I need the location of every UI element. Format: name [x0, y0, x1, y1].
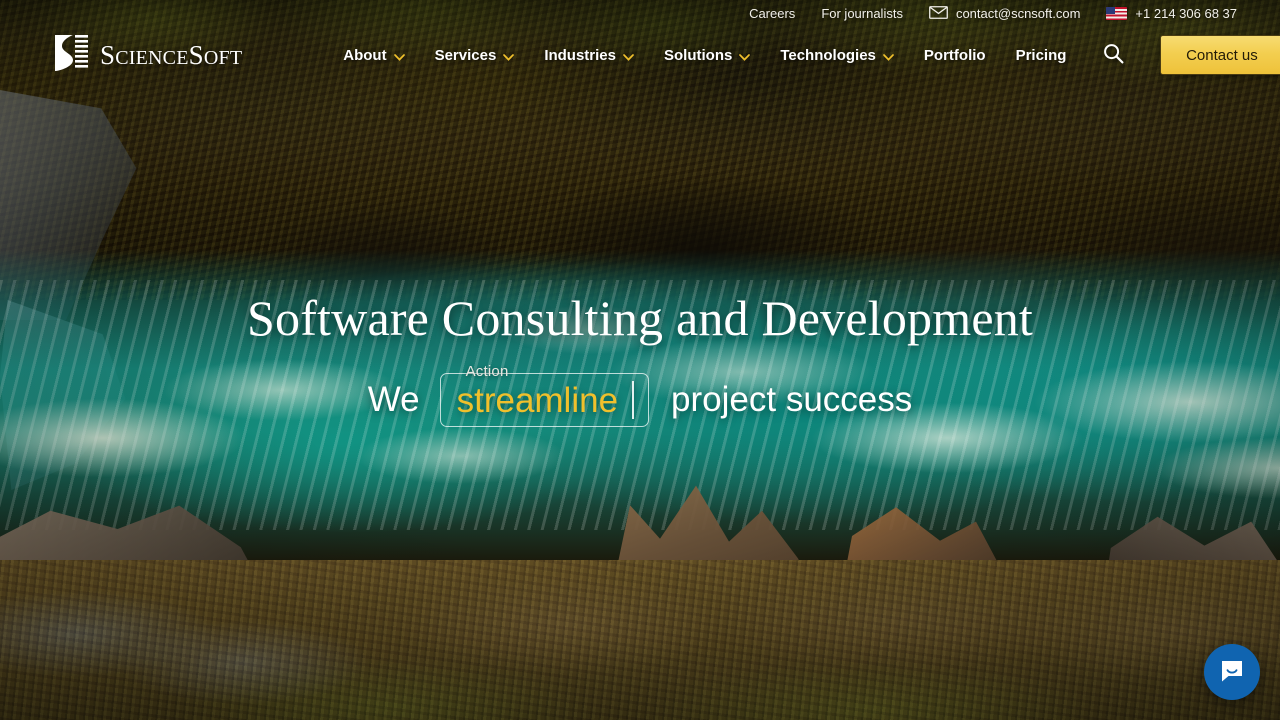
nav-label-pricing: Pricing — [1015, 46, 1067, 64]
nav-item-solutions[interactable]: Solutions — [649, 40, 765, 71]
careers-label: Careers — [749, 6, 796, 21]
nav-item-portfolio[interactable]: Portfolio — [909, 41, 1001, 70]
hero-section: Careers For journalists contact@scnsoft.… — [0, 0, 1280, 720]
logo-word-oft: OFT — [203, 46, 243, 69]
top-utility-bar: Careers For journalists contact@scnsoft.… — [0, 0, 1280, 27]
for-journalists-label: For journalists — [821, 6, 903, 21]
contact-us-button[interactable]: Contact us — [1160, 35, 1280, 75]
nav-label-industries: Industries — [544, 46, 616, 64]
chevron-down-icon — [623, 48, 634, 65]
action-field-value: streamline — [456, 380, 619, 420]
main-navigation-bar: SCIENCESOFT About Services Industries So… — [0, 27, 1280, 83]
phone-number: +1 214 306 68 37 — [1135, 6, 1237, 21]
email-link[interactable]: contact@scnsoft.com — [929, 5, 1081, 22]
nav-item-technologies[interactable]: Technologies — [765, 40, 909, 71]
action-input-field[interactable]: Action streamline — [439, 363, 650, 427]
nav-item-industries[interactable]: Industries — [529, 40, 649, 71]
nav-item-pricing[interactable]: Pricing — [1001, 41, 1082, 70]
search-button[interactable] — [1097, 37, 1130, 73]
action-field-legend: Action — [465, 363, 509, 380]
careers-link[interactable]: Careers — [749, 6, 795, 21]
nav-item-services[interactable]: Services — [420, 40, 530, 71]
nav-label-about: About — [343, 46, 387, 64]
sciencesoft-logo-mark — [53, 33, 89, 78]
chevron-down-icon — [393, 48, 405, 65]
chevron-down-icon — [739, 48, 751, 65]
logo-word-s1: S — [100, 39, 116, 70]
nav-label-services: Services — [434, 46, 497, 64]
chat-bubble-icon — [1218, 657, 1246, 688]
search-icon — [1103, 43, 1124, 67]
logo-home-link[interactable]: SCIENCESOFT — [53, 33, 242, 78]
for-journalists-link[interactable]: For journalists — [821, 6, 903, 21]
contact-us-label: Contact us — [1186, 46, 1258, 64]
text-cursor — [632, 381, 635, 419]
background-vignette — [0, 0, 1280, 720]
primary-menu: About Services Industries Solutions Tech… — [328, 35, 1280, 75]
nav-label-technologies: Technologies — [780, 46, 876, 64]
email-address: contact@scnsoft.com — [955, 6, 1081, 21]
chat-launcher-button[interactable] — [1204, 644, 1260, 700]
phone-link[interactable]: +1 214 306 68 37 — [1106, 6, 1237, 21]
logo-wordmark: SCIENCESOFT — [100, 40, 242, 71]
nav-label-portfolio: Portfolio — [923, 46, 986, 64]
logo-word-s2: S — [188, 39, 204, 70]
chevron-down-icon — [883, 48, 894, 65]
nav-label-solutions: Solutions — [664, 46, 733, 64]
nav-item-about[interactable]: About — [328, 40, 419, 71]
envelope-icon — [929, 5, 948, 22]
logo-word-cience: CIENCE — [115, 46, 189, 69]
chevron-down-icon — [503, 48, 515, 65]
us-flag-icon — [1106, 7, 1128, 20]
